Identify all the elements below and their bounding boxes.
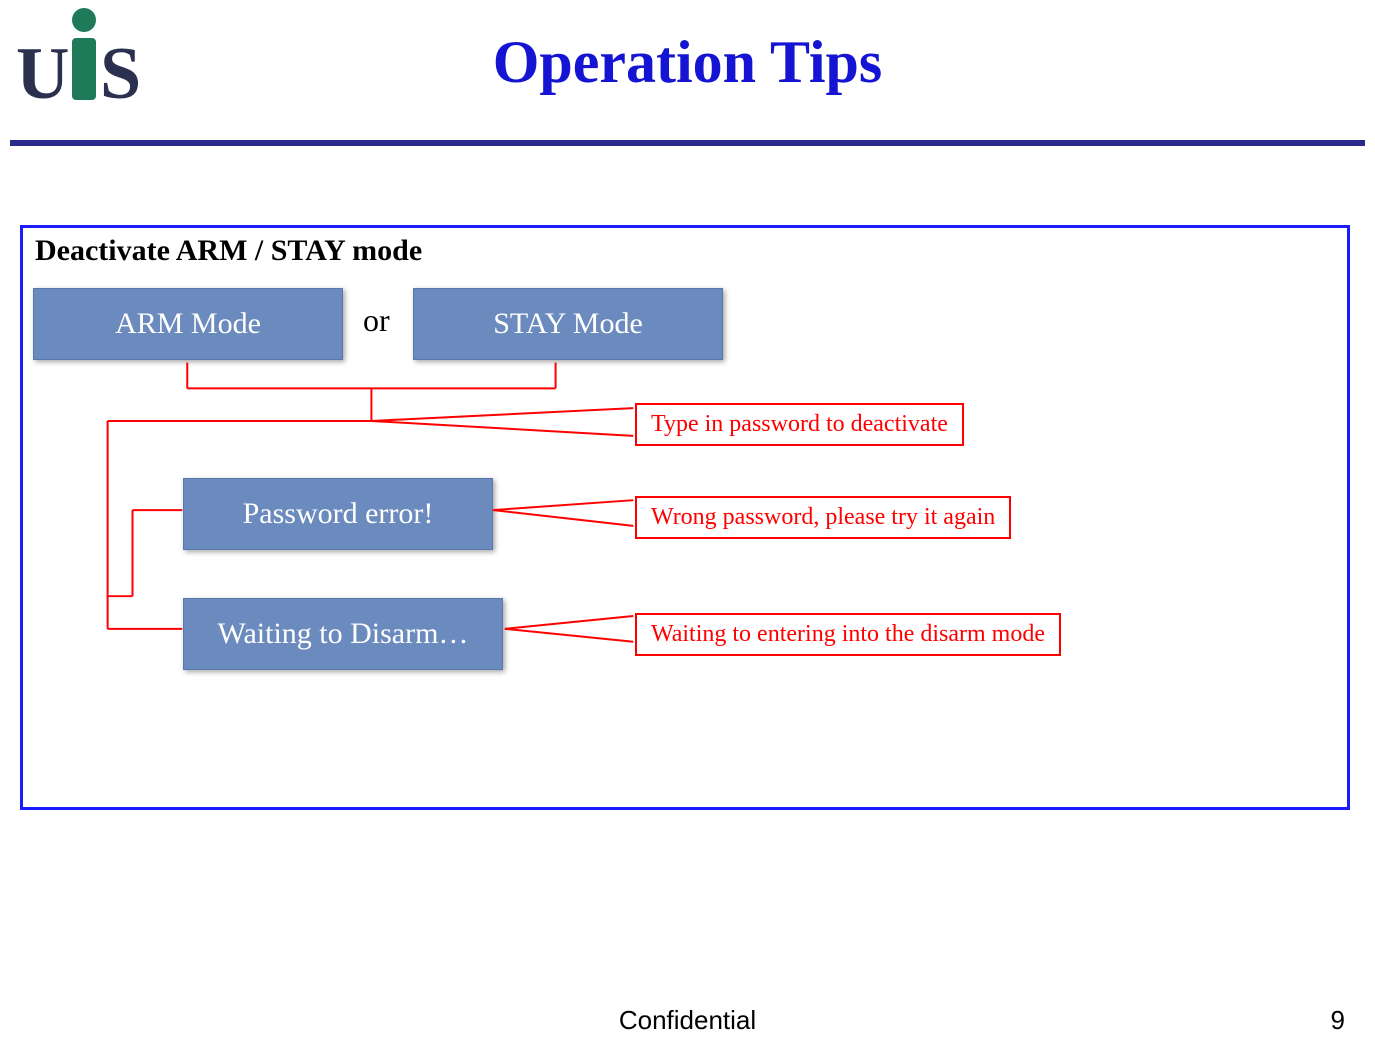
footer-page-number: 9 [1331,1005,1345,1036]
stay-mode-box: STAY Mode [413,288,723,360]
footer-confidential: Confidential [0,1005,1375,1036]
waiting-disarm-box: Waiting to Disarm… [183,598,503,670]
arm-mode-box: ARM Mode [33,288,343,360]
callout-waiting-disarm: Waiting to entering into the disarm mode [635,613,1061,656]
or-text: or [363,302,390,339]
panel-title: Deactivate ARM / STAY mode [35,234,422,268]
page-title: Operation Tips [0,28,1375,97]
callout-wrong-password: Wrong password, please try it again [635,496,1011,539]
deactivate-panel: Deactivate ARM / STAY mode ARM Mode or S… [20,225,1350,810]
header-divider [10,140,1365,146]
callout-type-password: Type in password to deactivate [635,403,964,446]
password-error-box: Password error! [183,478,493,550]
